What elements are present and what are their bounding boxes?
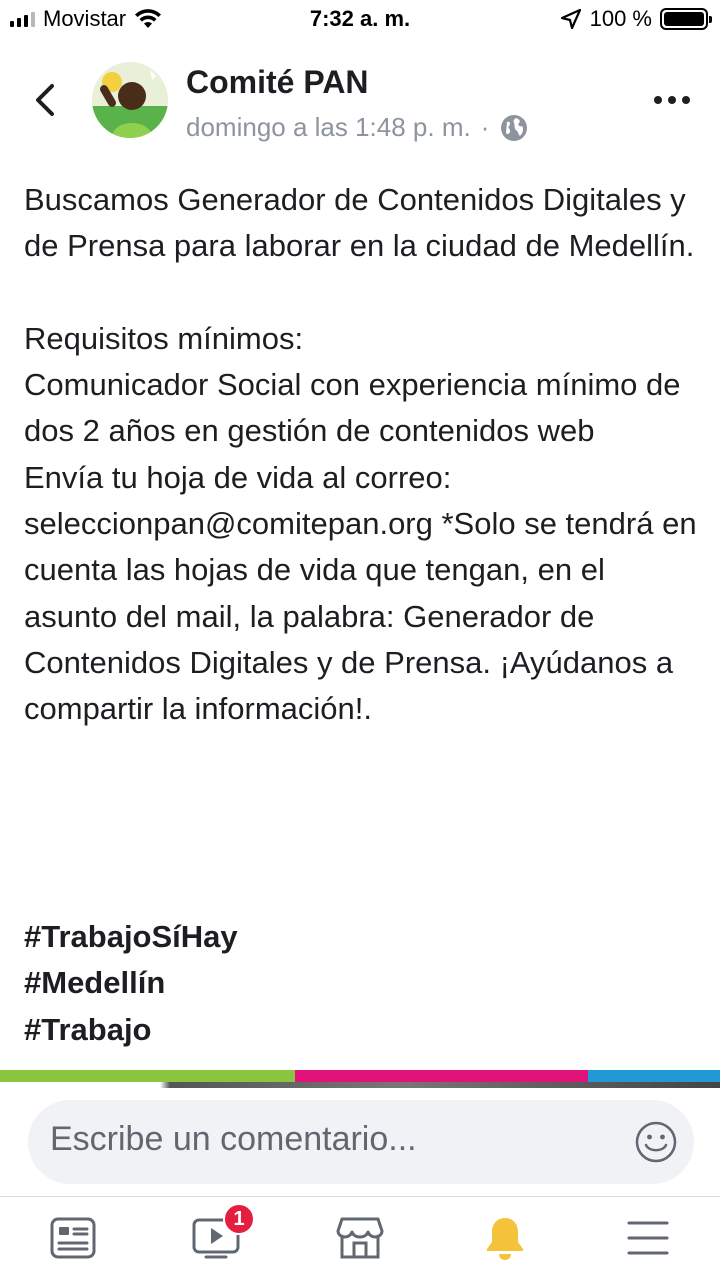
hashtag-list: #TrabajoSíHay #Medellín #Trabajo: [24, 914, 238, 1053]
post-body-text: Buscamos Generador de Contenidos Digital…: [24, 182, 697, 727]
post-header: Comité PAN domingo a las 1:48 p. m. ·: [0, 56, 720, 146]
marketplace-icon: [336, 1217, 384, 1259]
news-feed-icon: [50, 1217, 96, 1259]
emoji-smile-icon[interactable]: [634, 1120, 678, 1164]
status-right: 100 %: [560, 6, 712, 32]
bottom-tab-bar: 1: [0, 1196, 720, 1280]
avatar[interactable]: [92, 62, 168, 138]
author-name[interactable]: Comité PAN: [186, 64, 369, 101]
post-timestamp[interactable]: domingo a las 1:48 p. m.: [186, 112, 471, 143]
hamburger-menu-icon: [627, 1221, 669, 1255]
meta-separator: ·: [480, 112, 490, 142]
hashtag-link[interactable]: #Medellín: [24, 960, 238, 1006]
tab-menu[interactable]: [623, 1215, 673, 1261]
hashtag-link[interactable]: #Trabajo: [24, 1007, 238, 1053]
tab-watch[interactable]: 1: [191, 1203, 255, 1261]
back-button[interactable]: [28, 80, 62, 120]
tab-notifications[interactable]: [480, 1215, 530, 1261]
comment-input[interactable]: Escribe un comentario...: [28, 1100, 694, 1184]
comment-placeholder: Escribe un comentario...: [50, 1120, 417, 1158]
tab-news-feed[interactable]: [48, 1215, 98, 1261]
bell-icon: [487, 1218, 523, 1260]
status-bar: Movistar 7:32 a. m. 100 %: [0, 0, 720, 40]
chevron-left-icon: [36, 84, 54, 116]
location-arrow-icon: [560, 8, 581, 30]
more-options-button[interactable]: [654, 96, 690, 104]
profile-photo: [92, 62, 168, 138]
battery-percentage: 100 %: [589, 6, 652, 31]
post-meta: domingo a las 1:48 p. m. ·: [186, 112, 529, 143]
globe-icon: [501, 114, 528, 141]
attached-image-color-strip[interactable]: [0, 1070, 720, 1082]
notification-badge: 1: [223, 1203, 255, 1235]
battery-icon: [660, 8, 712, 30]
tab-marketplace[interactable]: [335, 1215, 385, 1261]
hashtag-link[interactable]: #TrabajoSíHay: [24, 914, 238, 960]
comment-bar: Escribe un comentario...: [0, 1088, 720, 1196]
